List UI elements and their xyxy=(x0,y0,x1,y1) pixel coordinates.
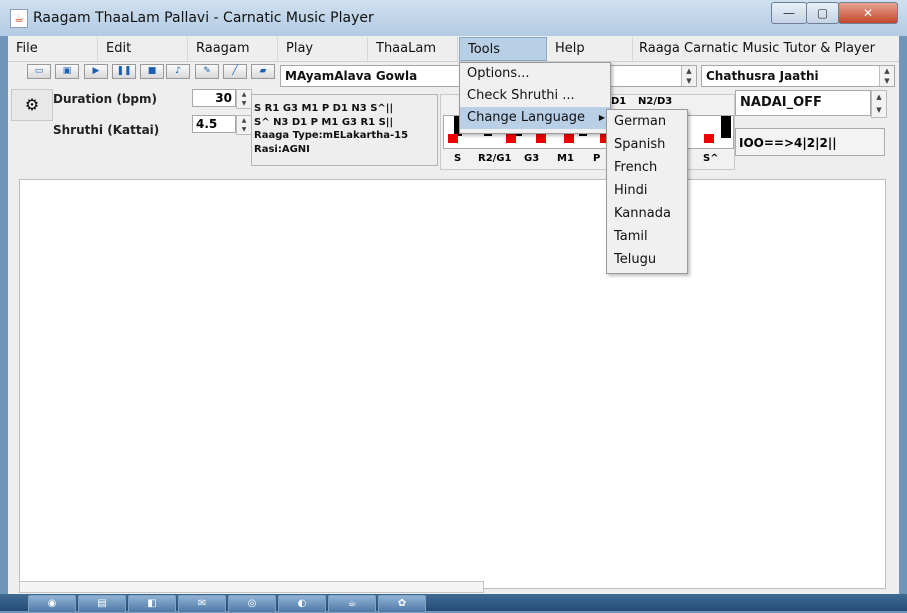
black-key[interactable] xyxy=(721,116,731,138)
key-marker-g xyxy=(536,134,546,143)
key-label-g3: G3 xyxy=(524,153,540,164)
thaalam-pattern-display: IOO==>4|2|2|| xyxy=(735,128,885,156)
save-icon[interactable]: ▣ xyxy=(55,64,79,79)
shruthi-field[interactable]: 4.5 xyxy=(192,115,236,133)
brush-icon[interactable]: ✎ xyxy=(195,64,219,79)
menu-file[interactable]: File xyxy=(8,37,98,61)
language-french[interactable]: French xyxy=(607,156,687,179)
close-button[interactable]: ✕ xyxy=(838,2,898,24)
java-coffee-icon[interactable]: ☕ xyxy=(10,9,28,28)
language-tamil[interactable]: Tamil xyxy=(607,225,687,248)
nadai-value: NADAI_OFF xyxy=(740,95,822,110)
tools-check-shruthi-item[interactable]: Check Shruthi ... xyxy=(460,85,610,107)
folder-icon[interactable]: ▤ xyxy=(78,595,126,613)
metronome-icon[interactable]: ⚙ xyxy=(11,89,53,121)
language-hindi[interactable]: Hindi xyxy=(607,179,687,202)
python-icon[interactable]: ◧ xyxy=(128,595,176,613)
eraser-icon[interactable]: ▰ xyxy=(251,64,275,79)
menu-raaga-tutor[interactable]: Raaga Carnatic Music Tutor & Player xyxy=(633,37,899,61)
menu-play[interactable]: Play xyxy=(278,37,368,61)
key-label-r2: R2/G1 xyxy=(478,153,512,164)
open-folder-icon[interactable]: ▭ xyxy=(27,64,51,79)
rasi-text: Rasi:AGNI xyxy=(254,143,310,155)
nadai-combo[interactable]: NADAI_OFF xyxy=(735,90,871,116)
play-icon[interactable]: ▶ xyxy=(84,64,108,79)
menu-thaalam[interactable]: ThaaLam xyxy=(368,37,458,61)
tor-icon[interactable]: ◎ xyxy=(228,595,276,613)
menu-raagam[interactable]: Raagam xyxy=(188,37,278,61)
raagam-combo-value: MAyamAlava Gowla xyxy=(285,69,418,83)
key-marker-s xyxy=(448,134,458,143)
avarohanam-text: S^ N3 D1 P M1 G3 R1 S|| xyxy=(254,116,394,128)
key-label-s: S xyxy=(454,153,462,164)
key-label-s-upper: S^ xyxy=(703,153,719,164)
jaathi-spinner[interactable]: ▲ ▼ xyxy=(879,66,894,86)
tools-change-language-item[interactable]: Change Language ▶ xyxy=(460,107,610,129)
change-language-label: Change Language xyxy=(467,110,586,125)
line-icon[interactable]: ╱ xyxy=(223,64,247,79)
horizontal-scrollbar[interactable] xyxy=(19,581,484,593)
maximize-button[interactable]: ▢ xyxy=(806,2,839,24)
submenu-arrow-icon: ▶ xyxy=(598,113,605,122)
duration-spinner[interactable]: ▲ ▼ xyxy=(236,89,252,109)
pause-icon[interactable]: ❚❚ xyxy=(112,64,136,79)
language-spanish[interactable]: Spanish xyxy=(607,133,687,156)
language-telugu[interactable]: Telugu xyxy=(607,248,687,271)
nadai-spinner[interactable]: ▲ ▼ xyxy=(871,90,887,118)
key-marker-s-upper xyxy=(704,134,714,143)
language-kannada[interactable]: Kannada xyxy=(607,202,687,225)
key-marker-r xyxy=(506,134,516,143)
eclipse-icon[interactable]: ◐ xyxy=(278,595,326,613)
keyboard-top-label-n2: N2/D3 xyxy=(638,96,673,107)
language-german[interactable]: German xyxy=(607,110,687,133)
minimize-button[interactable]: — xyxy=(771,2,807,24)
window-title: Raagam ThaaLam Pallavi - Carnatic Music … xyxy=(33,10,374,26)
menu-help[interactable]: Help xyxy=(547,37,633,61)
tools-options-item[interactable]: Options... xyxy=(460,63,610,85)
raga-info-panel: S R1 G3 M1 P D1 N3 S^|| S^ N3 D1 P M1 G3… xyxy=(251,94,438,166)
keyboard-top-label-d1: D1 xyxy=(611,96,627,107)
raagam-spinner[interactable]: ▲ ▼ xyxy=(681,66,696,86)
firefox-icon[interactable]: ◉ xyxy=(28,595,76,613)
stop-icon[interactable]: ■ xyxy=(140,64,164,79)
duration-label: Duration (bpm) xyxy=(53,92,157,106)
shruthi-label: Shruthi (Kattai) xyxy=(53,123,160,137)
jaathi-combo-value: Chathusra Jaathi xyxy=(706,69,819,83)
key-label-m1: M1 xyxy=(557,153,574,164)
java-icon[interactable]: ☕ xyxy=(328,595,376,613)
menu-tools[interactable]: Tools xyxy=(459,37,547,61)
arohanam-text: S R1 G3 M1 P D1 N3 S^|| xyxy=(254,103,394,114)
duration-field[interactable]: 30 xyxy=(192,89,236,107)
menu-edit[interactable]: Edit xyxy=(98,37,188,61)
menu-bar: File Edit Raagam Play ThaaLam Tools Help… xyxy=(8,37,899,62)
composition-editor[interactable] xyxy=(19,179,886,589)
instrument-icon[interactable]: ♪ xyxy=(166,64,190,79)
paint-icon[interactable]: ✿ xyxy=(378,595,426,613)
language-submenu: German Spanish French Hindi Kannada Tami… xyxy=(606,109,688,274)
key-marker-m xyxy=(564,134,574,143)
outlook-icon[interactable]: ✉ xyxy=(178,595,226,613)
tools-menu-dropdown: Options... Check Shruthi ... Change Lang… xyxy=(459,62,611,134)
jaathi-combo[interactable]: Chathusra Jaathi ▲ ▼ xyxy=(701,65,895,87)
shruthi-spinner[interactable]: ▲ ▼ xyxy=(236,115,252,135)
raaga-type-text: Raaga Type:mELakartha-15 xyxy=(254,130,409,141)
key-label-p: P xyxy=(593,153,601,164)
